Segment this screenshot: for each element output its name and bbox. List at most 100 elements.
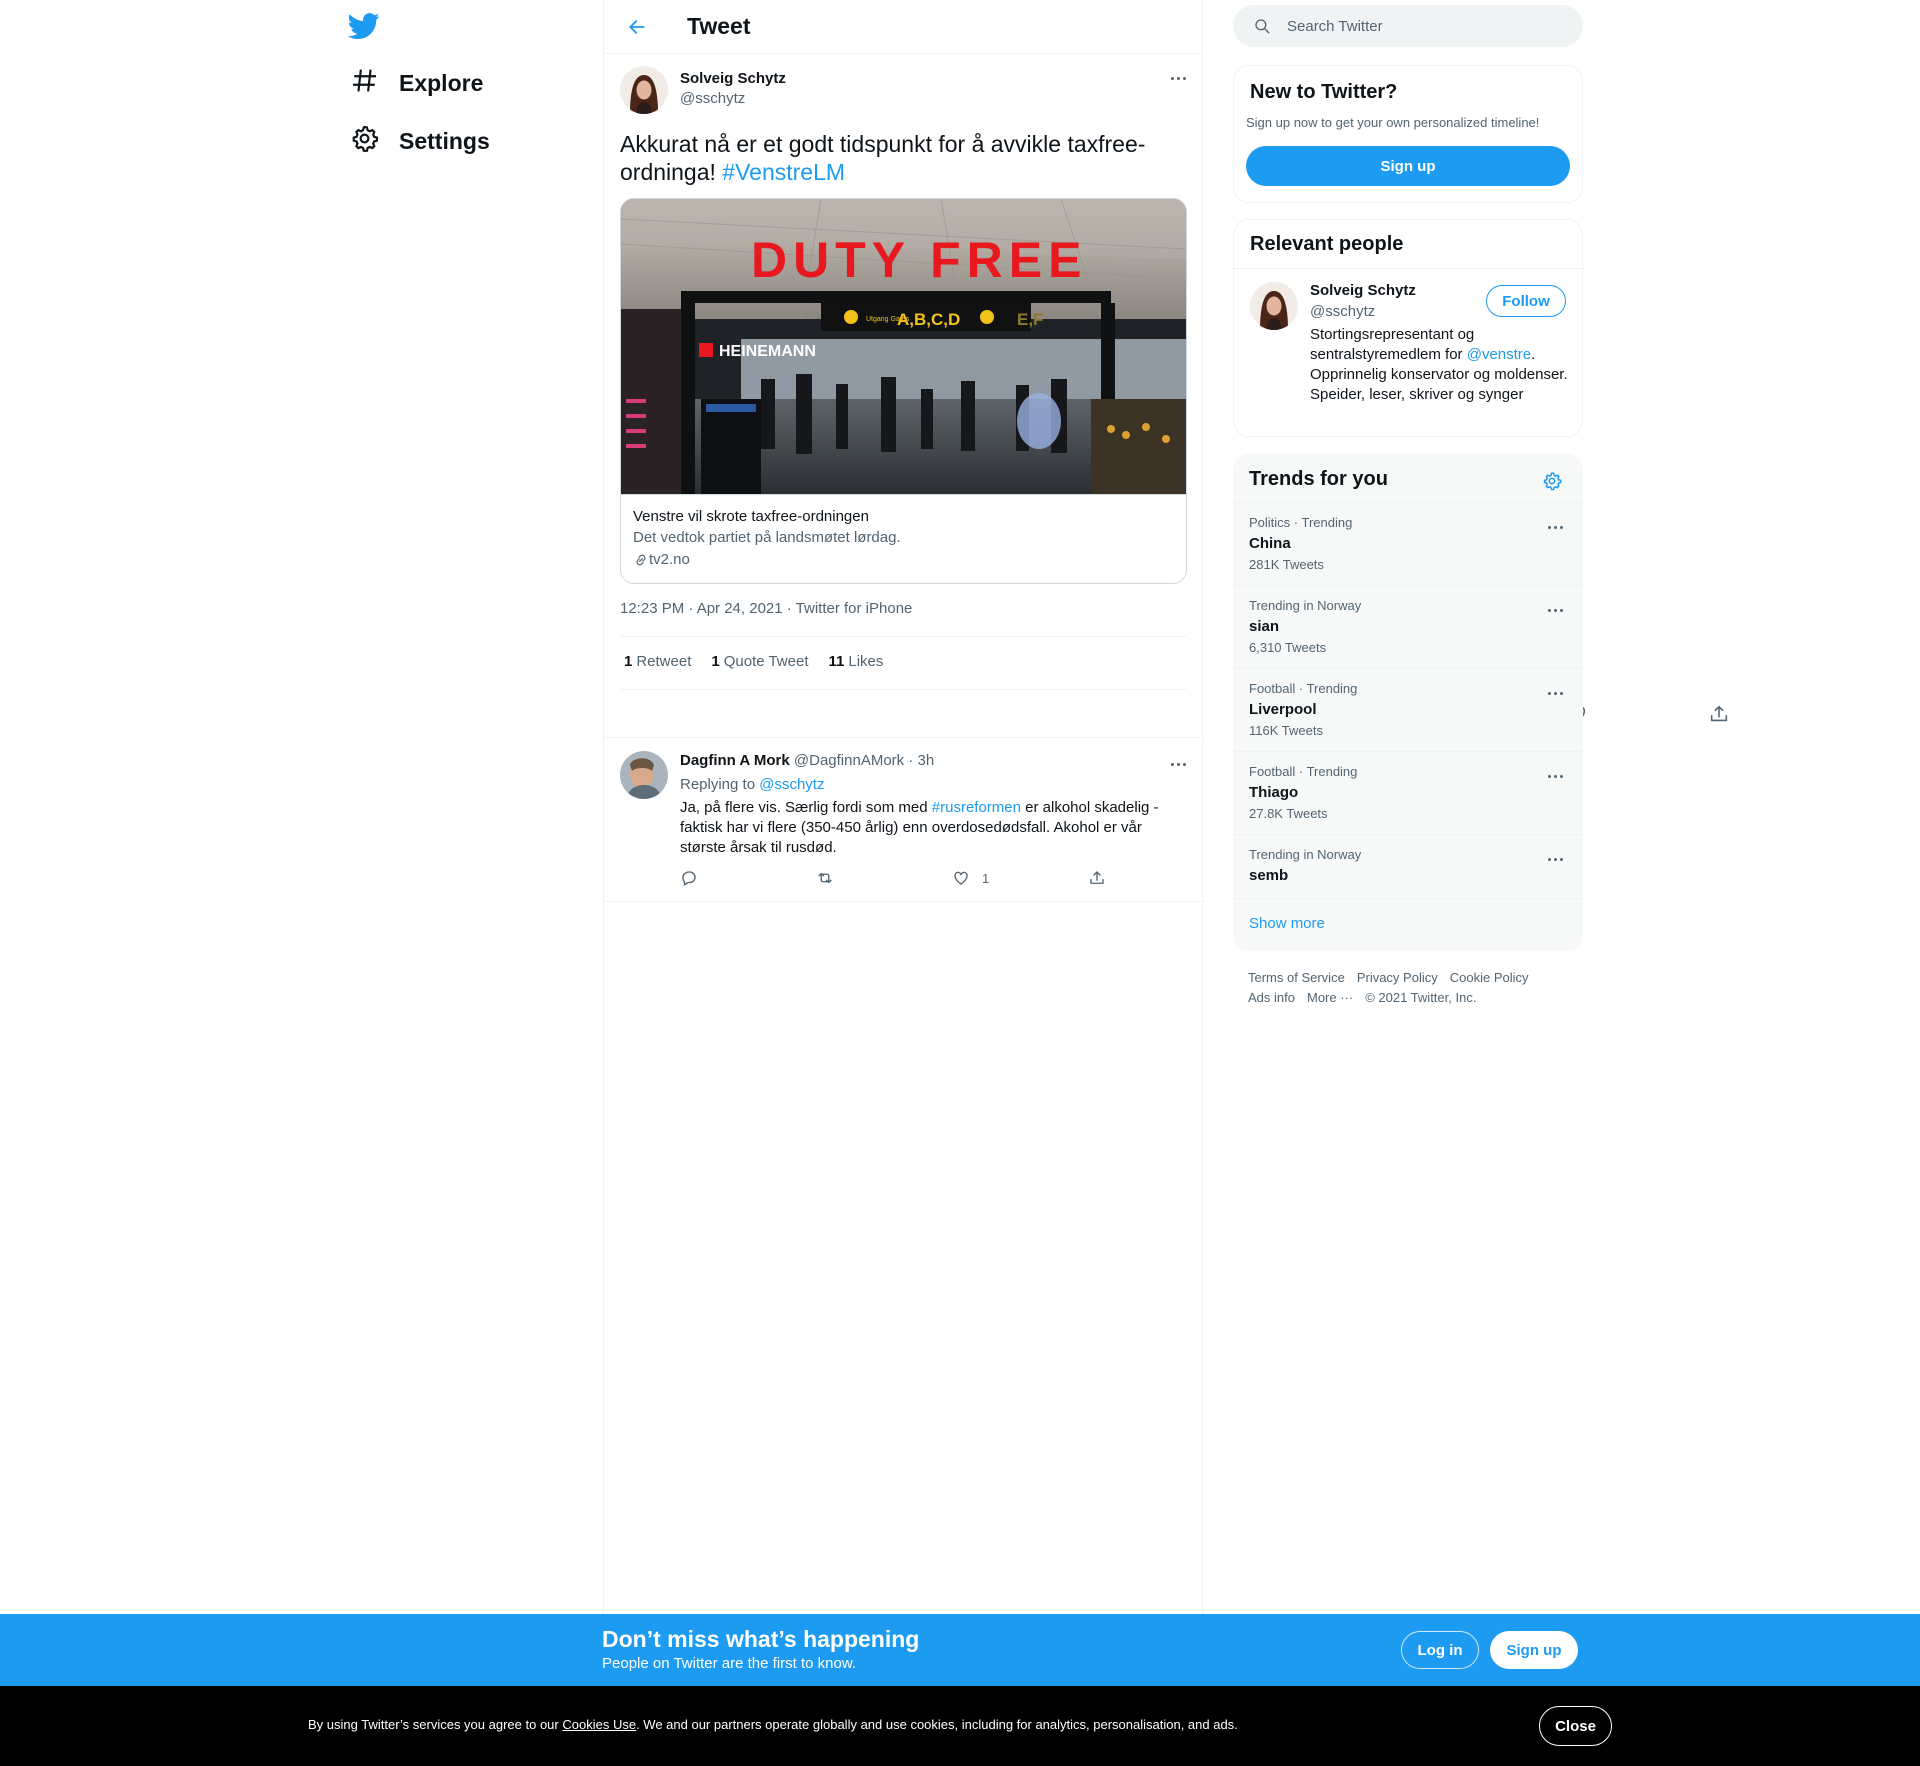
- login-button[interactable]: Log in: [1401, 1631, 1479, 1669]
- back-button[interactable]: [619, 9, 655, 45]
- author-handle[interactable]: @sschytz: [680, 90, 745, 107]
- sidebar-signup-button[interactable]: Sign up: [1246, 146, 1570, 186]
- tweet-more-button[interactable]: [1166, 66, 1190, 90]
- trend-more-button[interactable]: [1543, 764, 1567, 788]
- tweet-text: Akkurat nå er et godt tidspunkt for å av…: [620, 130, 1180, 186]
- reply-more-button[interactable]: [1166, 752, 1190, 776]
- page-title: Tweet: [687, 13, 751, 39]
- bio-mention-link[interactable]: @venstre: [1467, 346, 1531, 363]
- new-to-twitter-subtitle: Sign up now to get your own personalized…: [1246, 115, 1540, 130]
- trend-item[interactable]: Politics · Trending China 281K Tweets: [1233, 502, 1583, 585]
- card-image: DUTY FREE Utgang Gates A,B,C,D E,F HEINE…: [621, 199, 1186, 495]
- author-avatar[interactable]: [620, 66, 668, 114]
- retweets-stat[interactable]: 1 Retweet: [624, 653, 691, 670]
- reply-icon: [682, 871, 696, 886]
- svg-text:A,B,C,D: A,B,C,D: [897, 310, 960, 329]
- reply-hashtag[interactable]: #rusreformen: [932, 799, 1021, 816]
- trend-count: 116K Tweets: [1249, 723, 1323, 738]
- reply-tweet[interactable]: Dagfinn A Mork @DagfinnAMork · 3h Replyi…: [604, 737, 1204, 902]
- store-name-text: HEINEMANN: [719, 343, 816, 360]
- main-column: Tweet Solveig Schytz @sschytz Akkurat nå…: [603, 0, 1728, 1614]
- cookie-text: By using Twitter’s services you agree to…: [308, 1717, 1238, 1732]
- trend-more-button[interactable]: [1543, 681, 1567, 705]
- trend-name: China: [1249, 535, 1291, 552]
- twitter-logo-icon[interactable]: [347, 10, 384, 42]
- search-icon: [1255, 19, 1270, 34]
- trend-more-button[interactable]: [1543, 515, 1567, 539]
- trend-name: Thiago: [1249, 784, 1299, 801]
- heart-icon: [954, 871, 968, 885]
- trend-item[interactable]: Football · Trending Liverpool 116K Tweet…: [1233, 668, 1583, 751]
- relevant-people-box: Relevant people Solveig Schytz @sschytz …: [1233, 219, 1584, 437]
- share-icon: [1090, 871, 1104, 884]
- share-icon: [1710, 705, 1728, 722]
- search-input[interactable]: [1287, 17, 1547, 35]
- nav-explore[interactable]: Explore: [350, 58, 483, 108]
- cookies-use-link[interactable]: Cookies Use: [562, 1717, 636, 1732]
- reply-like-button[interactable]: 1: [952, 868, 989, 888]
- relevant-person-avatar[interactable]: [1250, 282, 1298, 330]
- card-body: Venstre vil skrote taxfree-ordningen Det…: [621, 495, 1186, 583]
- trend-context: Trending in Norway: [1249, 847, 1362, 862]
- ads-info-link[interactable]: Ads info: [1248, 990, 1295, 1005]
- link-card[interactable]: DUTY FREE Utgang Gates A,B,C,D E,F HEINE…: [620, 198, 1187, 584]
- signup-banner: Don’t miss what’s happening People on Tw…: [0, 1614, 1920, 1686]
- privacy-link[interactable]: Privacy Policy: [1357, 970, 1438, 985]
- card-description: Det vedtok partiet på landsmøtet lørdag.: [633, 529, 901, 546]
- tweet-text-body: Akkurat nå er et godt tidspunkt for å av…: [620, 131, 1146, 185]
- trend-item[interactable]: Football · Trending Thiago 27.8K Tweets: [1233, 751, 1583, 834]
- trends-box: Trends for you Politics · Trending China…: [1233, 454, 1583, 951]
- link-icon: [636, 554, 646, 566]
- tweet-timestamp[interactable]: 12:23 PM · Apr 24, 2021 · Twitter for iP…: [620, 600, 912, 617]
- author-name[interactable]: Solveig Schytz: [680, 70, 786, 87]
- trend-context: Football · Trending: [1249, 681, 1358, 696]
- trend-more-button[interactable]: [1543, 847, 1567, 871]
- trend-name: Liverpool: [1249, 701, 1317, 718]
- reply-retweet-button[interactable]: [816, 868, 834, 888]
- share-button[interactable]: [1702, 697, 1736, 731]
- new-to-twitter-title: New to Twitter?: [1250, 81, 1398, 103]
- trend-context: Politics · Trending: [1249, 515, 1353, 530]
- likes-stat[interactable]: 11 Likes: [829, 653, 884, 670]
- replying-to-link[interactable]: @sschytz: [759, 776, 824, 793]
- card-title: Venstre vil skrote taxfree-ordningen: [633, 508, 869, 525]
- nav-explore-label: Explore: [399, 69, 484, 96]
- duty-free-photo: DUTY FREE Utgang Gates A,B,C,D E,F HEINE…: [621, 199, 1186, 494]
- nav-settings[interactable]: Settings: [350, 116, 490, 166]
- reply-like-count: 1: [982, 870, 990, 886]
- quote-tweets-stat[interactable]: 1 Quote Tweet: [711, 653, 808, 670]
- duty-free-sign-text: DUTY FREE: [751, 232, 1087, 288]
- tweet-hashtag[interactable]: #VenstreLM: [722, 159, 845, 185]
- reply-reply-button[interactable]: [680, 868, 698, 888]
- reply-share-button[interactable]: [1088, 868, 1106, 888]
- reply-author-name[interactable]: Dagfinn A Mork: [680, 752, 790, 769]
- search-bar[interactable]: [1233, 5, 1583, 47]
- cookie-close-button[interactable]: Close: [1539, 1706, 1612, 1746]
- more-link[interactable]: More ···: [1307, 990, 1353, 1005]
- reply-header: Dagfinn A Mork @DagfinnAMork · 3h: [680, 752, 934, 769]
- follow-button[interactable]: Follow: [1486, 285, 1566, 317]
- trend-name: sian: [1249, 618, 1280, 635]
- trend-item[interactable]: Trending in Norway semb: [1233, 834, 1583, 898]
- show-more-link[interactable]: Show more: [1233, 898, 1583, 951]
- trend-context: Football · Trending: [1249, 764, 1358, 779]
- gear-icon: [1543, 472, 1562, 491]
- relevant-people-title: Relevant people: [1250, 233, 1404, 255]
- relevant-person-handle[interactable]: @sschytz: [1310, 303, 1375, 320]
- cookie-bar: By using Twitter’s services you agree to…: [0, 1686, 1920, 1766]
- trend-item[interactable]: Trending in Norway sian 6,310 Tweets: [1233, 585, 1583, 668]
- divider: [620, 689, 1187, 690]
- trend-context: Trending in Norway: [1249, 598, 1362, 613]
- banner-subtitle: People on Twitter are the first to know.: [602, 1655, 857, 1672]
- trend-count: 6,310 Tweets: [1249, 640, 1327, 655]
- banner-signup-button[interactable]: Sign up: [1490, 1631, 1578, 1669]
- relevant-person-name[interactable]: Solveig Schytz: [1310, 282, 1416, 299]
- trends-settings-button[interactable]: [1537, 466, 1567, 496]
- reply-handle-time: @DagfinnAMork · 3h: [793, 752, 935, 769]
- cookie-policy-link[interactable]: Cookie Policy: [1450, 970, 1529, 985]
- terms-link[interactable]: Terms of Service: [1248, 970, 1345, 985]
- trend-more-button[interactable]: [1543, 598, 1567, 622]
- reply-button[interactable]: [673, 697, 707, 731]
- reply-avatar[interactable]: [620, 751, 668, 799]
- trend-count: 27.8K Tweets: [1249, 806, 1328, 821]
